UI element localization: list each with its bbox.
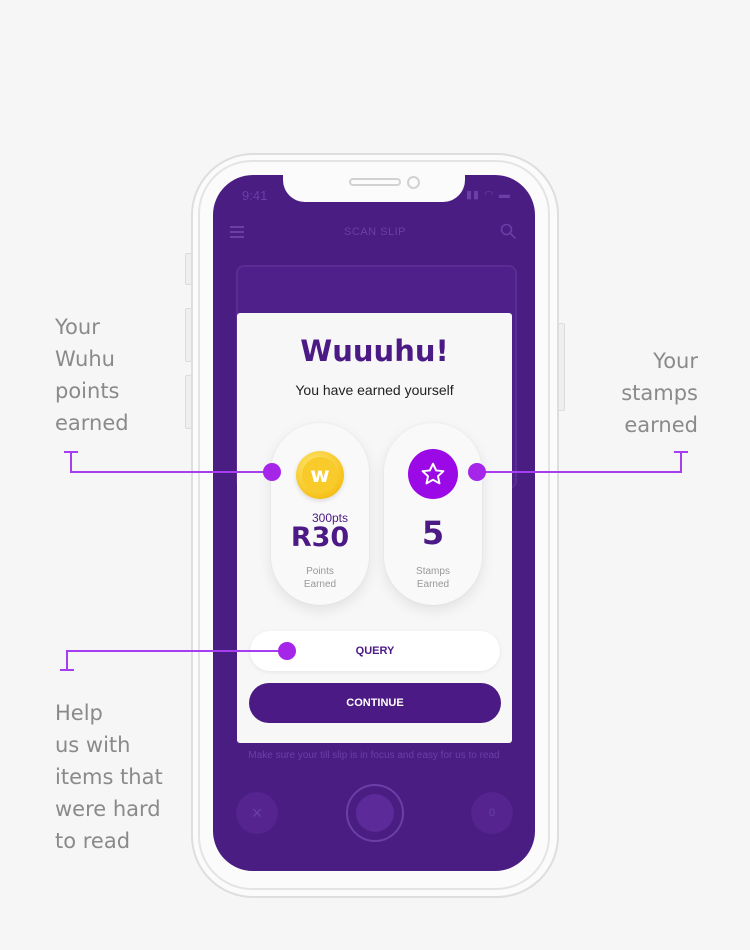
hamburger-menu-icon[interactable] [230,226,244,238]
annotation-line [680,451,682,472]
phone-power-button [558,323,565,411]
status-icons: ▮▮ ◠ ▬ [466,189,511,201]
status-time: 9:41 [242,188,268,203]
star-icon [421,462,445,485]
annotation-dot [263,463,281,481]
points-label: Points Earned [303,566,337,590]
annotation-line [66,650,286,652]
stamps-value: 5 [421,514,445,552]
annotation-stamps: Your stamps earned [621,349,698,437]
search-icon[interactable] [500,223,516,239]
scan-hint: Make sure your till slip is in focus and… [248,750,500,761]
annotation-dot [278,642,296,660]
annotation-line [477,471,682,473]
shutter-button-inner [356,794,394,832]
annotation-dot [468,463,486,481]
coin-letter: w [302,457,338,493]
close-scan-button[interactable]: × [236,792,278,834]
annotation-line [70,471,272,473]
annotation-points: Your Wuhu points earned [55,315,129,435]
front-camera [407,176,420,189]
stamps-label: Stamps Earned [416,566,450,590]
app-title: SCAN SLIP [344,226,406,238]
annotation-line [66,650,68,671]
continue-button[interactable]: CONTINUE [249,683,501,723]
modal-subtitle: You have earned yourself [295,382,454,398]
modal-title: Wuuuhu! [300,334,449,368]
annotation-query: Help us with items that were hard to rea… [55,701,163,853]
scanned-count-button[interactable]: 0 [471,792,513,834]
speaker-grille [349,178,401,186]
points-value: R30 [290,522,350,553]
annotation-line [70,451,72,472]
